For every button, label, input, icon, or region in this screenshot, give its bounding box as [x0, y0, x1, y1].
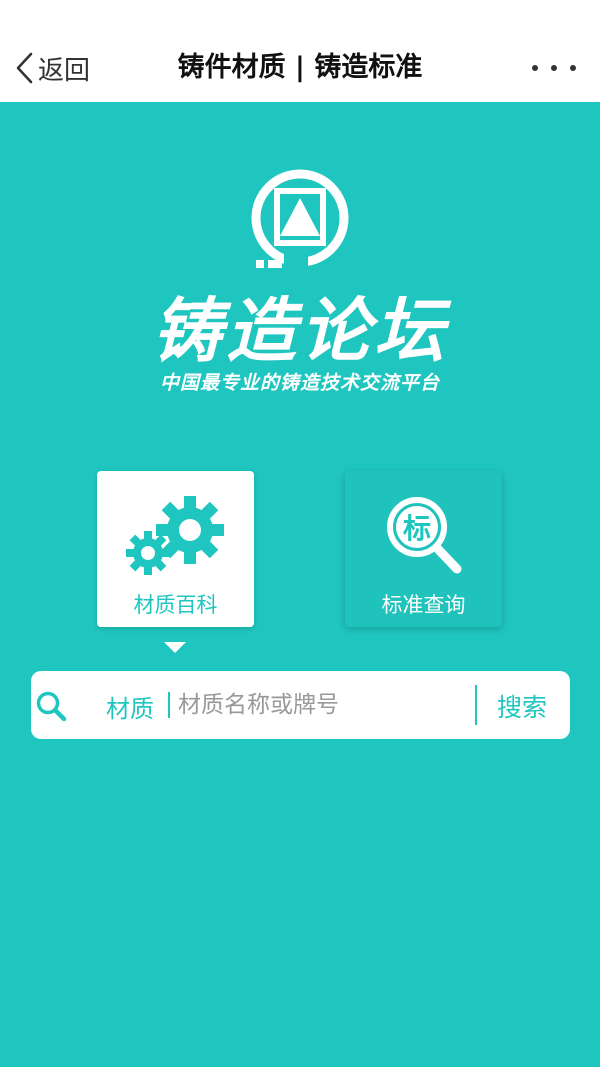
divider: [168, 692, 170, 718]
divider: [475, 685, 477, 725]
more-menu-button[interactable]: [532, 60, 576, 76]
selection-indicator: [164, 642, 186, 653]
brand-title: 铸造论坛: [152, 290, 448, 372]
dot-icon: [532, 65, 538, 71]
brand-subtitle: 中国最专业的铸造技术交流平台: [159, 372, 440, 394]
search-input[interactable]: [178, 685, 463, 725]
gears-icon: [126, 496, 224, 575]
search-bar: 材质 搜索: [31, 671, 570, 739]
forum-logo-icon: [251, 169, 349, 268]
dot-icon: [570, 65, 576, 71]
navigation-bar: 返回 铸件材质 | 铸造标准: [0, 0, 600, 102]
dot-icon: [551, 65, 557, 71]
standard-search-card[interactable]: 标 标准查询: [345, 471, 502, 627]
standard-search-icon: 标: [387, 497, 462, 574]
brand-logo-block: 铸造论坛 中国最专业的铸造技术交流平台: [0, 160, 600, 400]
material-encyclopedia-label: 材质百科: [133, 593, 218, 617]
standard-char: 标: [403, 512, 431, 545]
standard-search-label: 标准查询: [381, 593, 466, 617]
search-icon: [36, 691, 67, 722]
material-encyclopedia-card[interactable]: 材质百科: [97, 471, 254, 627]
search-type-selector[interactable]: 材质: [106, 689, 154, 724]
page-title: 铸件材质 | 铸造标准: [177, 52, 423, 83]
search-button[interactable]: 搜索: [497, 688, 547, 724]
